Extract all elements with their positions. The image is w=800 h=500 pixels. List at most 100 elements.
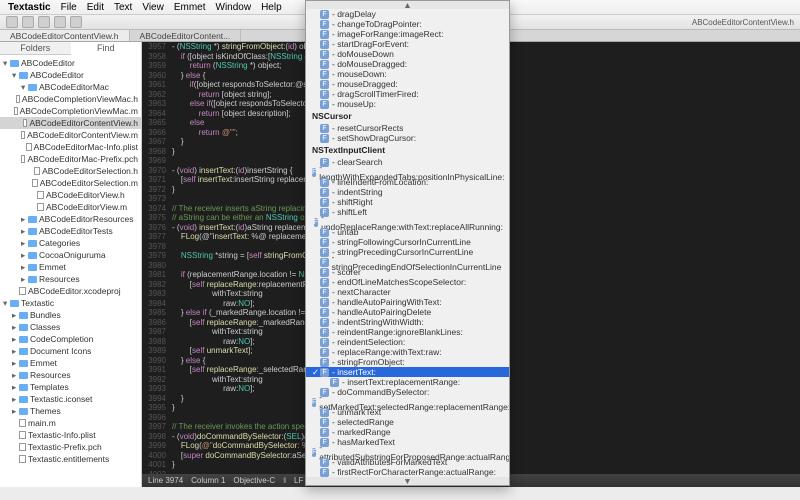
tree-file[interactable]: ABCodeCompletionViewMac.m [0,105,141,117]
tree-file[interactable]: ABCodeEditorMac-Info.plist [0,141,141,153]
menu-help[interactable]: Help [261,2,282,13]
file-icon [14,107,18,115]
popup-item[interactable]: F- nextCharacter [306,287,509,297]
popup-item[interactable]: F- startDragForEvent: [306,39,509,49]
popup-item[interactable]: F- attributedSubstringForProposedRange:a… [306,447,509,457]
tree-file[interactable]: ABCodeEditorContentView.h [0,117,141,129]
popup-item[interactable]: F- undoReplaceRange:withText:replaceAllR… [306,217,509,227]
tool-button[interactable] [70,16,82,28]
popup-item[interactable]: F- setMarkedText:selectedRange:replaceme… [306,397,509,407]
popup-item[interactable]: F- stringPrecedingEndOfSelectionInCurren… [306,257,509,267]
tree-file[interactable]: ABCodeCompletionViewMac.h [0,93,141,105]
tree-file[interactable]: ABCodeEditorView.h [0,189,141,201]
tree-file[interactable]: ABCodeEditorContentView.m [0,129,141,141]
menu-textastic[interactable]: Textastic [8,2,51,13]
popup-scroll-down[interactable]: ▼ [306,477,509,485]
popup-item[interactable]: F- stringFromObject: [306,357,509,367]
symbol-popup[interactable]: ▲ F- dragDelayF- changeToDragPointer:F- … [305,0,510,486]
folder-icon [28,240,37,247]
tree-folder[interactable]: ▾ABCodeEditorMac [0,81,141,93]
popup-item[interactable]: F- markedRange [306,427,509,437]
method-badge-icon: F [320,328,329,337]
tree-file[interactable]: Textastic.entitlements [0,453,141,465]
tree-folder[interactable]: ▸Emmet [0,261,141,273]
tree-file[interactable]: ABCodeEditor.xcodeproj [0,285,141,297]
popup-item[interactable]: F- changeToDragPointer: [306,19,509,29]
tree-file[interactable]: Textastic-Prefix.pch [0,441,141,453]
popup-item[interactable]: F- stringFollowingCursorInCurrentLine [306,237,509,247]
method-badge-icon: F [314,218,318,227]
tree-file[interactable]: ABCodeEditorView.m [0,201,141,213]
method-badge-icon: F [320,60,329,69]
popup-item[interactable]: F- reindentRange:ignoreBlankLines: [306,327,509,337]
tree-folder[interactable]: ▾ABCodeEditor [0,57,141,69]
popup-item[interactable]: F- doMouseDown [306,49,509,59]
menu-text[interactable]: Text [114,2,132,13]
tool-button[interactable] [54,16,66,28]
status-lang[interactable]: Objective-C [233,476,275,485]
popup-item[interactable]: F- dragScrollTimerFired: [306,89,509,99]
popup-item[interactable]: F- mouseUp: [306,99,509,109]
tree-file[interactable]: Textastic-Info.plist [0,429,141,441]
tool-button[interactable] [22,16,34,28]
tree-folder[interactable]: ▸Emmet [0,357,141,369]
tree-folder[interactable]: ▸Textastic.iconset [0,393,141,405]
tree-folder[interactable]: ▸CodeCompletion [0,333,141,345]
popup-item[interactable]: F- indentStringWithWidth: [306,317,509,327]
menu-file[interactable]: File [61,2,77,13]
tree-folder[interactable]: ▸Classes [0,321,141,333]
popup-item[interactable]: ✓F- insertText: [306,367,509,377]
popup-item[interactable]: F- imageForRange:imageRect: [306,29,509,39]
popup-item[interactable]: F- dragDelay [306,9,509,19]
menu-edit[interactable]: Edit [87,2,104,13]
tree-folder[interactable]: ▸Resources [0,369,141,381]
tree-folder[interactable]: ▸ABCodeEditorResources [0,213,141,225]
method-badge-icon: F [320,134,329,143]
folder-icon [10,60,19,67]
popup-item[interactable]: F- resetCursorRects [306,123,509,133]
popup-item[interactable]: F- setShowDragCursor: [306,133,509,143]
method-badge-icon: F [320,80,329,89]
popup-item[interactable]: F- shiftRight [306,197,509,207]
tree-folder[interactable]: ▸Categories [0,237,141,249]
popup-scroll-up[interactable]: ▲ [306,1,509,9]
tree-folder[interactable]: ▸ABCodeEditorTests [0,225,141,237]
popup-item[interactable]: F- handleAutoPairingWithText: [306,297,509,307]
method-badge-icon: F [312,398,316,407]
tree-file[interactable]: ABCodeEditorSelection.m [0,177,141,189]
file-icon [37,191,44,199]
sidebar-tab-folders[interactable]: Folders [0,42,71,55]
popup-item[interactable]: F- selectedRange [306,417,509,427]
popup-item[interactable]: F- doMouseDragged: [306,59,509,69]
popup-item[interactable]: F- endOfLineMatchesScopeSelector: [306,277,509,287]
tree-folder[interactable]: ▸CocoaOniguruma [0,249,141,261]
popup-item[interactable]: F- mouseDown: [306,69,509,79]
tree-folder[interactable]: ▸Bundles [0,309,141,321]
tree-folder[interactable]: ▸Templates [0,381,141,393]
tree-folder[interactable]: ▸Resources [0,273,141,285]
editor-tab[interactable]: ABCodeEditorContent... [130,30,242,41]
menu-emmet[interactable]: Emmet [174,2,206,13]
popup-item[interactable]: F- lengthWithExpandedTabs:positionInPhys… [306,167,509,177]
popup-item[interactable]: F- indentString [306,187,509,197]
file-icon [19,443,26,451]
editor-tab[interactable]: ABCodeEditorContentView.h [0,30,130,41]
popup-item[interactable]: F- handleAutoPairingDelete [306,307,509,317]
tool-button[interactable] [6,16,18,28]
popup-item[interactable]: F- reindentSelection: [306,337,509,347]
sidebar-tab-find[interactable]: Find [71,42,142,55]
method-badge-icon: F [320,418,329,427]
tree-folder[interactable]: ▸Themes [0,405,141,417]
menu-window[interactable]: Window [216,2,252,13]
tree-file[interactable]: ABCodeEditorMac-Prefix.pch [0,153,141,165]
tree-folder[interactable]: ▾Textastic [0,297,141,309]
popup-item[interactable]: F- mouseDragged: [306,79,509,89]
popup-item[interactable]: F- replaceRange:withText:raw: [306,347,509,357]
tree-folder[interactable]: ▸Document Icons [0,345,141,357]
tree-file[interactable]: main.m [0,417,141,429]
tree-folder[interactable]: ▾ABCodeEditor [0,69,141,81]
menu-view[interactable]: View [142,2,164,13]
tool-button[interactable] [38,16,50,28]
tree-file[interactable]: ABCodeEditorSelection.h [0,165,141,177]
popup-item[interactable]: F- insertText:replacementRange: [306,377,509,387]
